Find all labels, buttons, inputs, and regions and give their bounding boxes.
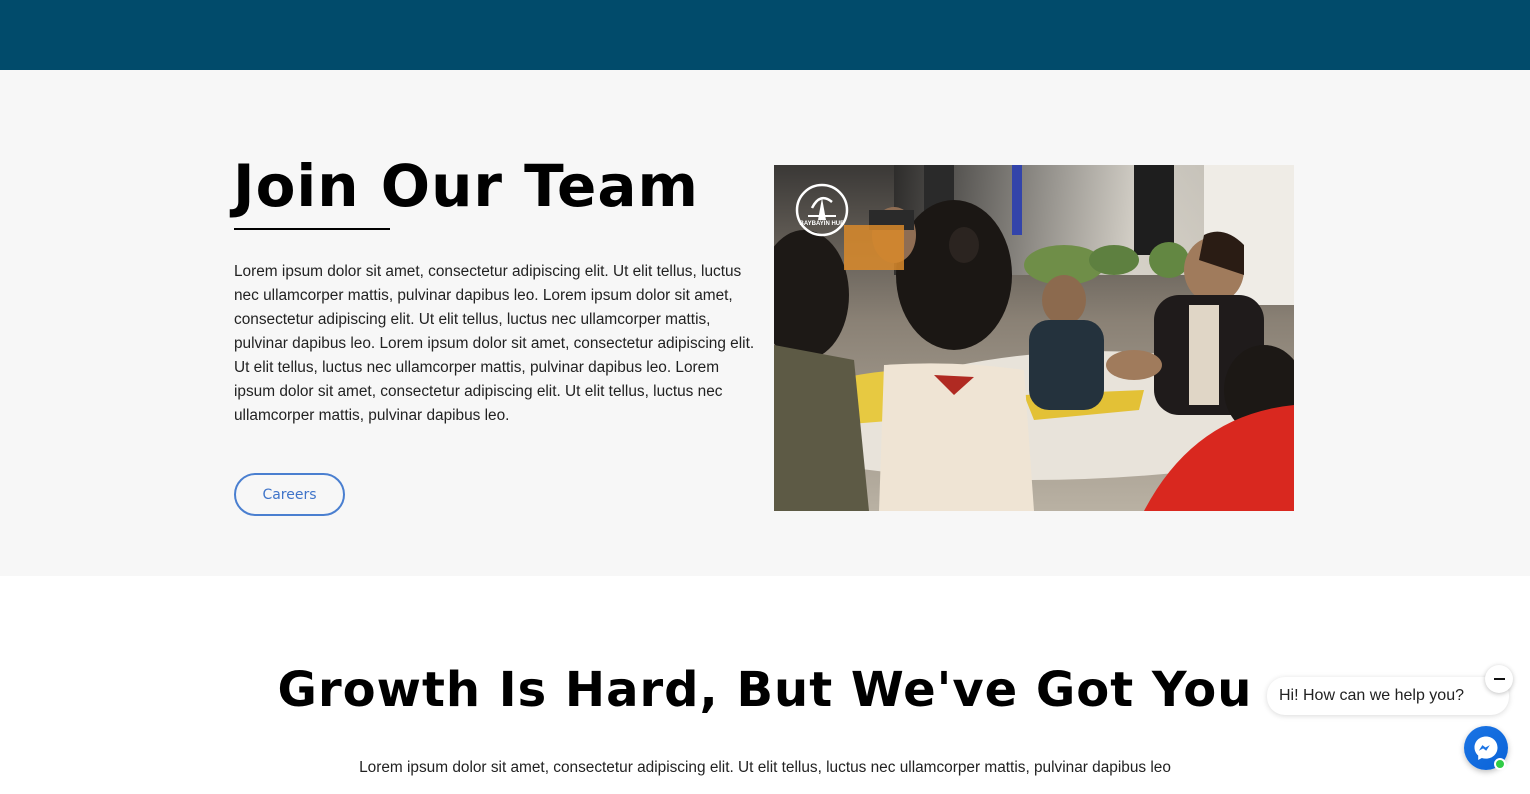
join-section-paragraph: Lorem ipsum dolor sit amet, consectetur … (234, 263, 755, 424)
title-underline (234, 228, 390, 230)
chat-greeting-bubble[interactable]: Hi! How can we help you? (1267, 677, 1509, 715)
minus-icon[interactable] (1485, 665, 1513, 693)
join-section-title: Join Our Team (233, 152, 699, 220)
logo-text: BAYBAYIN HUB (800, 221, 846, 227)
growth-section-paragraph: Lorem ipsum dolor sit amet, consectetur … (359, 759, 1171, 776)
team-meeting-photo: BAYBAYIN HUB (774, 165, 1294, 511)
minus-bar (1493, 678, 1505, 680)
messenger-icon (1474, 736, 1498, 760)
chat-greeting-text: Hi! How can we help you? (1279, 687, 1464, 704)
join-our-team-section: Join Our Team Lorem ipsum dolor sit amet… (0, 70, 1530, 576)
top-header-bar (0, 0, 1530, 70)
online-status-dot (1494, 758, 1506, 770)
careers-button[interactable]: Careers (234, 473, 345, 516)
